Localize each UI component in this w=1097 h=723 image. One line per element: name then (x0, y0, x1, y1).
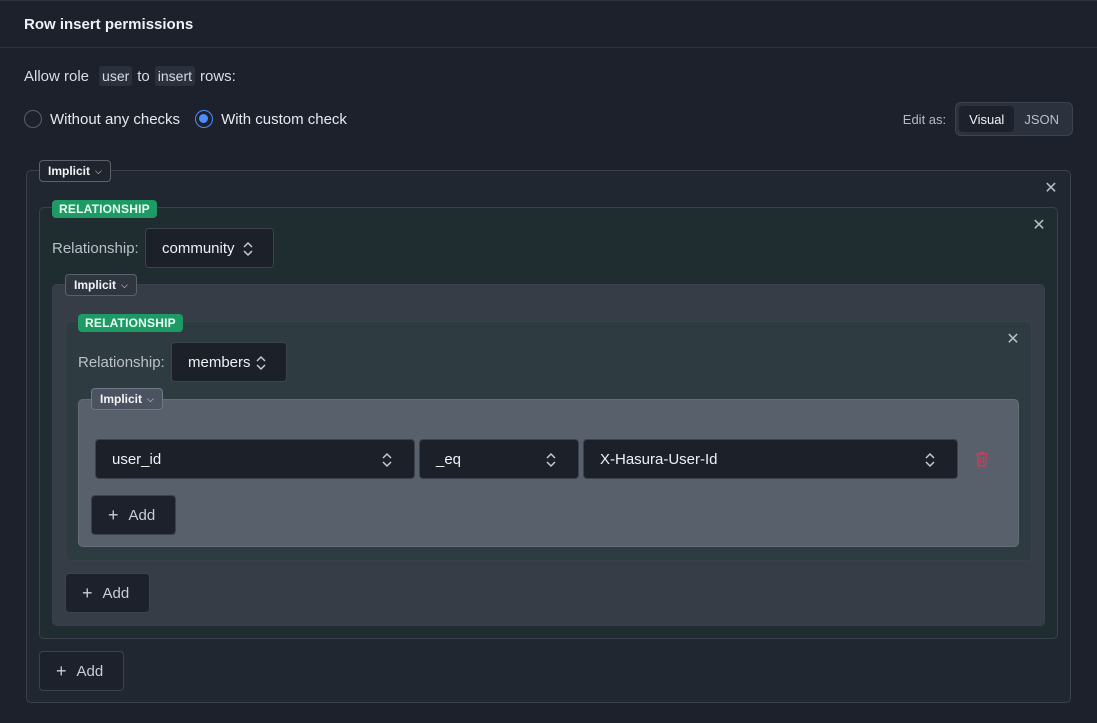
chevron-down-icon: ⌵ (147, 393, 154, 404)
select-updown-icon (546, 452, 556, 468)
section-header: Row insert permissions (0, 0, 1097, 48)
select-updown-icon (382, 452, 392, 468)
select-value: X-Hasura-User-Id (600, 450, 718, 468)
allow-role-sentence: Allow role user to insert rows: (24, 64, 236, 88)
close-icon[interactable]: ✕ (1006, 332, 1020, 348)
radio-circle-checked[interactable] (195, 110, 214, 128)
edit-mode-toggle: Visual JSON (955, 102, 1073, 136)
radio-circle[interactable] (24, 110, 42, 128)
chevron-down-icon: ⌵ (121, 279, 128, 290)
select-value: _eq (436, 450, 462, 468)
relationship-label: Relationship: (52, 240, 139, 257)
allow-suffix: rows: (200, 67, 236, 85)
relationship-badge: RELATIONSHIP (52, 200, 157, 218)
add-label: Add (102, 584, 130, 602)
select-updown-icon (256, 355, 266, 371)
plus-icon: + (82, 583, 93, 603)
select-updown-icon (243, 241, 253, 257)
radio-label: Without any checks (50, 110, 181, 128)
section-title: Row insert permissions (24, 15, 194, 33)
close-icon[interactable]: ✕ (1032, 218, 1046, 234)
role-chip: user (99, 66, 133, 86)
relationship-select-members[interactable]: members (171, 342, 287, 382)
allow-prefix: Allow role (24, 67, 90, 85)
operator-select[interactable]: _eq (419, 439, 579, 479)
relationship-badge: RELATIONSHIP (78, 314, 183, 332)
plus-icon: + (56, 661, 67, 681)
add-outer-condition-button[interactable]: + Add (39, 651, 124, 691)
select-updown-icon (925, 452, 935, 468)
add-label: Add (128, 506, 156, 524)
operator-label: Implicit (100, 392, 143, 406)
leaf-group-operator-dropdown[interactable]: Implicit ⌵ (91, 388, 163, 410)
add-inner-condition-button[interactable]: + Add (65, 573, 150, 613)
select-value: community (162, 239, 235, 257)
value-select[interactable]: X-Hasura-User-Id (583, 439, 958, 479)
close-icon[interactable]: ✕ (1044, 181, 1058, 197)
trash-icon[interactable] (975, 451, 989, 467)
relationship-label: Relationship: (78, 354, 165, 371)
operator-label: Implicit (48, 164, 91, 178)
json-mode-button[interactable]: JSON (1014, 106, 1069, 132)
visual-mode-button[interactable]: Visual (959, 106, 1015, 132)
inner-group-operator-dropdown[interactable]: Implicit ⌵ (65, 274, 137, 296)
radio-custom-check[interactable]: With custom check (195, 110, 347, 128)
radio-without-checks[interactable]: Without any checks (24, 110, 180, 128)
allow-mid: to (137, 67, 150, 85)
outer-group-operator-dropdown[interactable]: Implicit ⌵ (39, 160, 111, 182)
add-condition-button[interactable]: + Add (91, 495, 176, 535)
select-value: members (188, 353, 251, 371)
action-chip: insert (154, 66, 196, 86)
edit-as-control: Edit as: Visual JSON (903, 102, 1073, 136)
column-select[interactable]: user_id (95, 439, 415, 479)
operator-label: Implicit (74, 278, 117, 292)
radio-label: With custom check (221, 110, 347, 128)
edit-as-label: Edit as: (902, 111, 947, 127)
relationship-select-community[interactable]: community (145, 228, 274, 268)
chevron-down-icon: ⌵ (95, 165, 102, 176)
select-value: user_id (112, 450, 162, 468)
check-mode-radio-group: Without any checks With custom check (24, 108, 362, 130)
plus-icon: + (108, 505, 119, 525)
add-label: Add (76, 662, 104, 680)
